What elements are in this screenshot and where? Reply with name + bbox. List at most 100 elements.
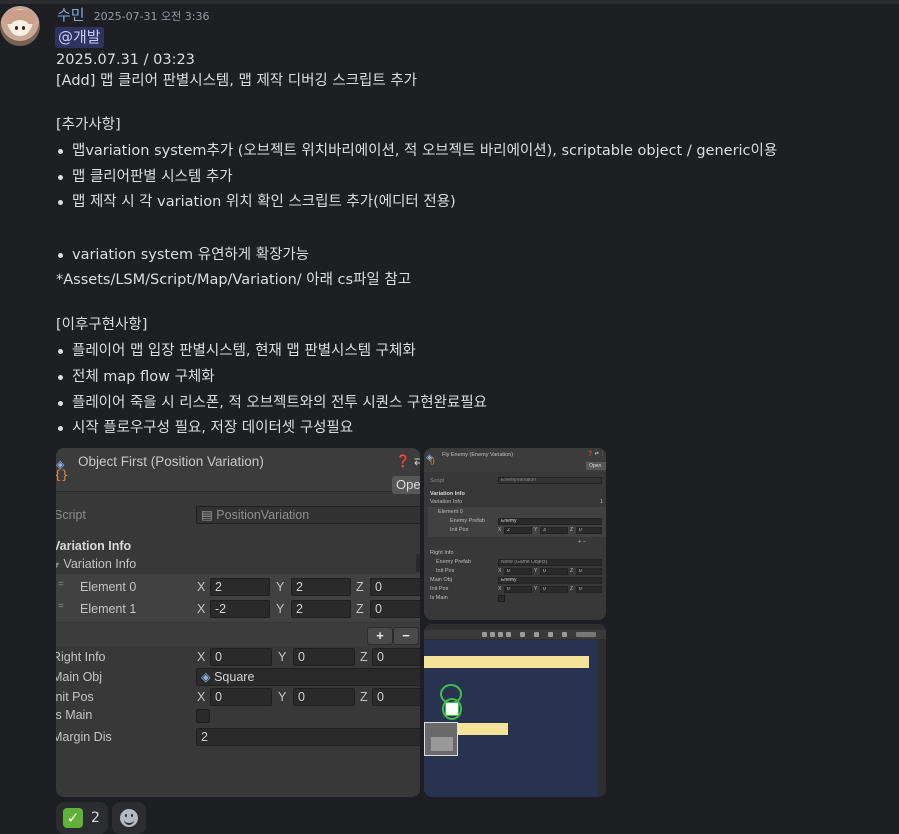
enemy-prefab-label: Enemy Prefab <box>436 559 471 565</box>
axis-z-label: Z <box>356 580 364 594</box>
right-info-y-field[interactable]: 0 <box>293 648 355 666</box>
main-obj-field[interactable]: ◈ Square <box>196 668 420 686</box>
init-pos-z-field[interactable]: 0 <box>576 586 602 593</box>
title-line: [Add] 맵 클리어 판별시스템, 맵 제작 디버깅 스크립트 추가 <box>56 73 418 89</box>
axis-x-label: X <box>197 690 206 704</box>
help-icon[interactable]: ❓ ⇄ ⋮ <box>587 451 605 457</box>
is-main-checkbox[interactable] <box>196 709 210 723</box>
message-header: 수민 2025-07-31 오전 3:36 <box>57 4 209 26</box>
init-pos-z-field[interactable]: 0 <box>576 527 602 534</box>
script-file-icon: ▤ <box>201 508 217 522</box>
init-pos-x-field[interactable]: 0 <box>210 688 272 706</box>
element1-x-field[interactable]: -2 <box>210 600 270 618</box>
script-label: Script <box>56 508 86 522</box>
main-obj-label: Main Obj <box>430 577 453 583</box>
array-size-field[interactable] <box>416 554 420 572</box>
init-pos-x-field[interactable]: 0 <box>504 586 532 593</box>
drag-handle-icon[interactable]: = <box>58 601 64 612</box>
axis-x-label: X <box>498 568 502 574</box>
tool-icon[interactable] <box>548 632 553 637</box>
right-info-label: Right Info <box>430 550 454 556</box>
margin-dis-field[interactable]: 2 <box>196 728 420 746</box>
drag-handle-icon[interactable]: = <box>58 579 64 590</box>
list-item: 전체 map flow 구체화 <box>56 367 215 387</box>
csharp-icon: {} <box>56 468 69 482</box>
element1-y-field[interactable]: 2 <box>291 600 351 618</box>
variation-info-label: Variation Info <box>56 539 132 553</box>
role-mention[interactable]: @개발 <box>55 27 104 48</box>
init-pos-z-field[interactable]: 0 <box>576 568 602 575</box>
is-main-checkbox[interactable] <box>498 595 505 602</box>
script-field-value: PositionVariation <box>216 508 310 522</box>
add-remove-buttons[interactable]: + − <box>578 539 586 545</box>
tool-icon[interactable] <box>520 632 525 637</box>
image-attachment-scene-view[interactable] <box>424 624 606 797</box>
init-pos-y-field[interactable]: 0 <box>540 586 568 593</box>
list-item: 맵 제작 시 각 variation 위치 확인 스크립트 추가(에디터 전용) <box>56 192 456 212</box>
tool-icon[interactable] <box>490 632 495 637</box>
axis-z-label: Z <box>360 650 368 664</box>
script-field[interactable]: ▤ PositionVariation <box>196 506 420 524</box>
open-button[interactable]: Ope <box>392 476 420 494</box>
axis-z-label: Z <box>356 602 364 616</box>
remove-element-button[interactable]: − <box>393 627 419 645</box>
right-info-x-field[interactable]: 0 <box>210 648 272 666</box>
gizmos-menu-icon[interactable] <box>576 632 596 637</box>
username[interactable]: 수민 <box>57 4 85 25</box>
main-obj-value: Square <box>214 670 255 684</box>
scene-side-panel <box>598 640 606 797</box>
script-field[interactable]: EnemyVariation <box>498 477 602 484</box>
tool-icon[interactable] <box>562 632 567 637</box>
list-item: 플레이어 맵 입장 판별시스템, 현재 맵 판별시스템 구체화 <box>56 341 416 361</box>
enemy-sprite[interactable] <box>445 702 459 716</box>
init-pos-label: Init Pos <box>436 568 455 574</box>
scene-toolbar-icons <box>424 630 606 639</box>
init-pos-x-field[interactable]: 2 <box>504 527 532 534</box>
add-reaction-button[interactable] <box>112 802 146 834</box>
variation-info-label: Variation Info <box>430 491 465 497</box>
init-pos-label: Init Pos <box>56 690 94 704</box>
enemy-prefab-field[interactable]: None (Game Object) <box>498 559 602 566</box>
tool-icon[interactable] <box>534 632 539 637</box>
timestamp: 2025-07-31 오전 3:36 <box>93 10 210 23</box>
init-pos-y-field[interactable]: 0 <box>293 688 355 706</box>
scene-thumbnail <box>424 722 458 756</box>
script-icon: ◈ {} <box>56 456 74 482</box>
platform-top[interactable] <box>424 656 589 668</box>
image-attachment-enemy-inspector[interactable]: ◈ {} Fly Enemy (Enemy Variation) ❓ ⇄ ⋮ O… <box>424 448 606 620</box>
init-pos-y-field[interactable]: 3 <box>540 527 568 534</box>
component-title: Fly Enemy (Enemy Variation) <box>442 452 514 458</box>
enemy-prefab-field[interactable]: Enemy <box>498 518 602 525</box>
tool-icon[interactable] <box>506 632 511 637</box>
init-pos-x-field[interactable]: 0 <box>504 568 532 575</box>
element1-z-field[interactable]: 0 <box>370 600 420 618</box>
axis-x-label: X <box>498 527 502 533</box>
list-item: 시작 플로우구성 필요, 저장 데이터셋 구성필요 <box>56 418 353 438</box>
component-title: Object First (Position Variation) <box>78 454 264 469</box>
add-reaction-icon <box>120 809 138 827</box>
init-pos-y-field[interactable]: 0 <box>540 568 568 575</box>
open-button[interactable]: Open <box>586 462 606 470</box>
element0-x-field[interactable]: 2 <box>210 578 270 596</box>
tool-icon[interactable] <box>498 632 503 637</box>
element-label: Element 1 <box>80 602 137 616</box>
tool-icon[interactable] <box>482 632 487 637</box>
add-element-button[interactable]: + <box>367 627 393 645</box>
reaction-check[interactable]: ✓ 2 <box>56 802 108 834</box>
axis-z-label: Z <box>360 690 368 704</box>
array-count[interactable]: 1 <box>600 499 603 505</box>
avatar[interactable] <box>0 6 40 46</box>
check-mark-icon: ✓ <box>63 808 83 828</box>
element0-y-field[interactable]: 2 <box>291 578 351 596</box>
list-item: 플레이어 죽을 시 리스폰, 적 오브젝트와의 전투 시퀀스 구현완료필요 <box>56 393 487 413</box>
init-pos-z-field[interactable]: 0 <box>372 688 420 706</box>
variation-info-sub-text: Variation Info <box>63 557 137 571</box>
section-header: [추가사항] <box>56 117 121 133</box>
help-settings-icon[interactable]: ❓ ⇄ <box>396 454 420 468</box>
date-line: 2025.07.31 / 03:23 <box>56 52 195 68</box>
image-attachment-inspector[interactable]: ◈ {} Object First (Position Variation) ❓… <box>56 448 420 797</box>
element0-z-field[interactable]: 0 <box>370 578 420 596</box>
is-main-label: Is Main <box>56 708 93 722</box>
right-info-z-field[interactable]: 0 <box>372 648 420 666</box>
main-obj-field[interactable]: Enemy <box>498 577 602 584</box>
